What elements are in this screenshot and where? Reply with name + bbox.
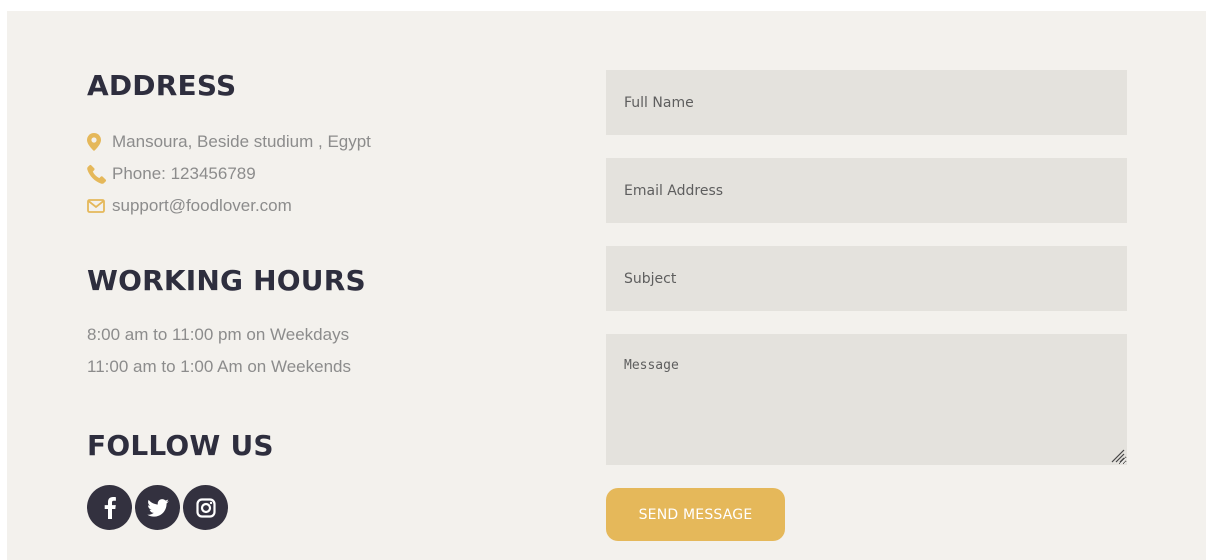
full-name-input[interactable]: [606, 70, 1127, 135]
message-textarea[interactable]: [606, 334, 1127, 465]
email-text[interactable]: support@foodlover.com: [112, 196, 292, 216]
phone-line: Phone: 123456789: [87, 163, 256, 185]
map-pin-icon: [87, 131, 109, 153]
twitter-link[interactable]: [135, 485, 180, 530]
subject-input[interactable]: [606, 246, 1127, 311]
facebook-link[interactable]: [87, 485, 132, 530]
contact-panel: ADDRESS Mansoura, Beside studium , Egypt…: [7, 11, 1206, 560]
weekends-hours: 11:00 am to 1:00 Am on Weekends: [87, 357, 351, 376]
facebook-icon: [104, 496, 116, 519]
email-line: support@foodlover.com: [87, 195, 292, 217]
email-address-input[interactable]: [606, 158, 1127, 223]
address-text: Mansoura, Beside studium , Egypt: [112, 132, 371, 151]
resize-grip-icon[interactable]: [1107, 445, 1125, 463]
working-hours-heading: WORKING HOURS: [87, 264, 366, 297]
instagram-link[interactable]: [183, 485, 228, 530]
phone-text: Phone: 123456789: [112, 164, 256, 183]
address-heading: ADDRESS: [87, 69, 237, 102]
phone-icon: [87, 163, 109, 185]
follow-us-heading: FOLLOW US: [87, 429, 274, 462]
send-message-button[interactable]: SEND MESSAGE: [606, 488, 785, 541]
social-links: [87, 485, 228, 530]
twitter-icon: [146, 498, 169, 517]
instagram-icon: [195, 497, 216, 518]
envelope-icon: [87, 195, 109, 217]
weekdays-hours: 8:00 am to 11:00 pm on Weekdays: [87, 325, 350, 344]
address-line: Mansoura, Beside studium , Egypt: [87, 131, 371, 153]
